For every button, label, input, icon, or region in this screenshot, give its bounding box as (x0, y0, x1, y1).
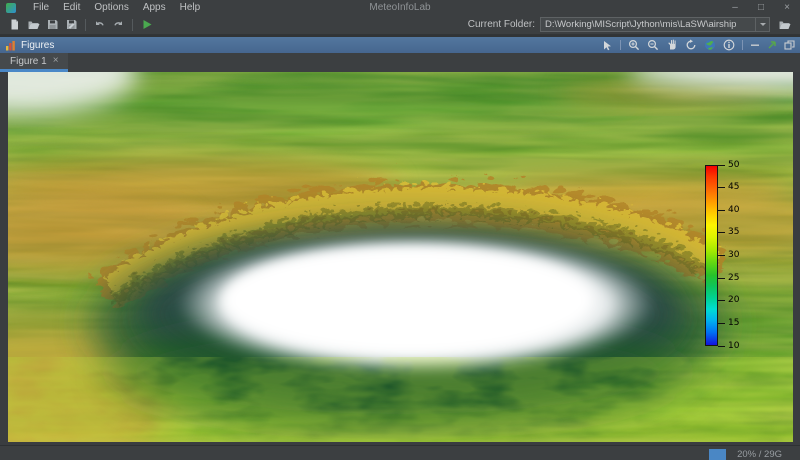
figures-chart-icon (6, 40, 15, 50)
figures-panel-header: Figures (0, 37, 800, 53)
memory-usage-text[interactable]: 20% / 29G (737, 449, 782, 460)
colorbar-tick-label: 45 (728, 182, 740, 193)
full-extent-globe-icon[interactable] (704, 39, 716, 51)
colorbar-tick-mark (718, 209, 725, 211)
tab-close-icon[interactable]: × (53, 56, 59, 66)
browse-folder-icon[interactable] (775, 17, 793, 33)
new-script-icon[interactable] (5, 16, 24, 33)
menu-help[interactable]: Help (173, 0, 208, 15)
tools-separator (742, 40, 743, 50)
colorbar-gradient (705, 165, 718, 346)
colorbar-tick-label: 35 (728, 227, 740, 238)
run-script-icon[interactable] (137, 16, 156, 33)
toolbar-separator (85, 18, 86, 31)
maximize-window-icon[interactable]: □ (748, 0, 774, 15)
redo-icon[interactable] (109, 16, 128, 33)
pan-hand-icon[interactable] (666, 39, 678, 51)
menu-options[interactable]: Options (87, 0, 135, 15)
zoom-out-icon[interactable] (647, 39, 659, 51)
menu-edit[interactable]: Edit (56, 0, 87, 15)
minimize-window-icon[interactable]: – (722, 0, 748, 15)
open-file-icon[interactable] (24, 16, 43, 33)
rotate-icon[interactable] (685, 39, 697, 51)
save-as-icon[interactable] (62, 16, 81, 33)
colorbar: 50 45 40 35 30 25 20 15 10 (705, 160, 760, 350)
pointer-icon[interactable] (602, 40, 613, 51)
colorbar-tick-mark (718, 277, 725, 279)
title-bar: File Edit Options Apps Help MeteoInfoLab… (0, 0, 800, 15)
colorbar-tick-label: 20 (728, 295, 740, 306)
menu-file[interactable]: File (26, 0, 56, 15)
status-bar: 20% / 29G (0, 445, 800, 460)
colorbar-tick-label: 25 (728, 272, 740, 283)
colorbar-tick-label: 10 (728, 340, 740, 351)
save-icon[interactable] (43, 16, 62, 33)
zoom-in-icon[interactable] (628, 39, 640, 51)
toolbar-separator (132, 18, 133, 31)
chevron-down-icon[interactable] (755, 18, 769, 31)
colorbar-tick-mark (718, 232, 725, 234)
minimize-panel-icon[interactable] (750, 40, 760, 50)
figure-canvas-area: 50 45 40 35 30 25 20 15 10 (0, 72, 800, 445)
colorbar-tick-mark (718, 300, 725, 302)
colorbar-tick-mark (718, 322, 725, 324)
tab-label: Figure 1 (10, 55, 47, 67)
colorbar-tick-mark (718, 187, 725, 189)
figure-tab-bar: Figure 1 × (0, 53, 800, 72)
colorbar-tick-mark (718, 345, 725, 347)
tools-separator (620, 40, 621, 50)
app-logo-icon (6, 2, 16, 13)
colorbar-tick-label: 30 (728, 250, 740, 260)
current-folder-value[interactable]: D:\Working\MIScript\Jython\mis\LaSW\airs… (541, 19, 755, 30)
figures-panel-title: Figures (21, 39, 55, 51)
main-toolbar: Current Folder: D:\Working\MIScript\Jyth… (0, 15, 800, 35)
detach-panel-icon[interactable] (767, 40, 777, 50)
colorbar-tick-label: 50 (728, 159, 740, 170)
current-folder-combo[interactable]: D:\Working\MIScript\Jython\mis\LaSW\airs… (540, 17, 770, 32)
colorbar-tick-label: 15 (728, 317, 740, 328)
volume-render-3d[interactable] (8, 72, 793, 442)
colorbar-tick-mark (718, 164, 725, 166)
memory-indicator-icon[interactable] (709, 448, 727, 460)
colorbar-tick-label: 40 (728, 204, 740, 215)
float-window-icon[interactable] (784, 39, 795, 51)
undo-icon[interactable] (90, 16, 109, 33)
current-folder-label: Current Folder: (467, 19, 535, 30)
close-window-icon[interactable]: × (774, 0, 800, 15)
menu-apps[interactable]: Apps (136, 0, 173, 15)
tab-figure-1[interactable]: Figure 1 × (0, 53, 68, 72)
colorbar-tick-mark (718, 255, 725, 256)
identify-info-icon[interactable] (723, 39, 735, 51)
